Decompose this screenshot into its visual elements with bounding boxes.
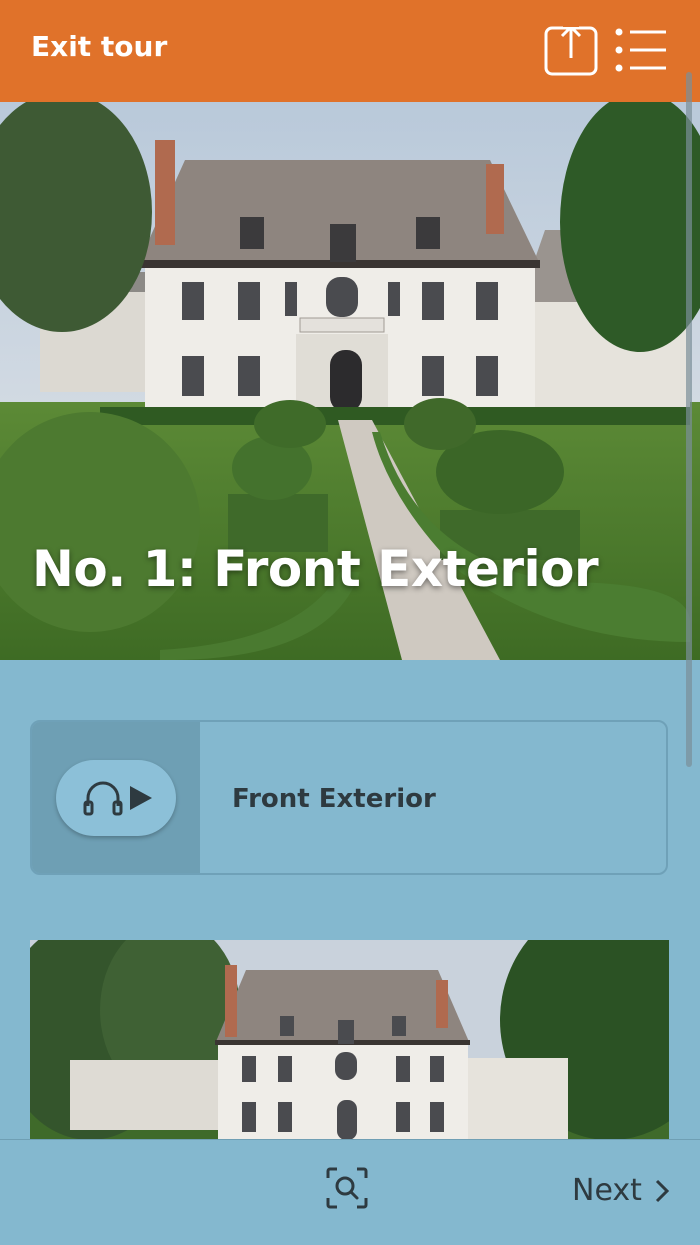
- stop-title: No. 1: Front Exterior: [32, 540, 599, 598]
- play-audio-button[interactable]: [56, 760, 176, 836]
- stop-photo-thumbnail[interactable]: [30, 940, 669, 1140]
- chevron-right-icon: [655, 1179, 670, 1202]
- hero-image: No. 1: Front Exterior: [0, 102, 700, 660]
- share-icon[interactable]: [543, 24, 599, 78]
- play-icon: [130, 786, 152, 810]
- audio-control-panel: [32, 722, 200, 873]
- next-button[interactable]: Next: [572, 1173, 670, 1208]
- top-bar: Exit tour: [0, 0, 700, 102]
- scrollbar[interactable]: [686, 72, 692, 767]
- audio-player-card[interactable]: Front Exterior: [30, 720, 668, 875]
- list-menu-icon[interactable]: [614, 26, 670, 74]
- audio-title: Front Exterior: [232, 784, 436, 814]
- exit-tour-button[interactable]: Exit tour: [31, 30, 167, 63]
- image-search-icon[interactable]: [325, 1166, 369, 1210]
- headphones-icon: [83, 781, 123, 816]
- bottom-bar: Next: [0, 1139, 700, 1245]
- next-label: Next: [572, 1173, 642, 1208]
- mansion-thumbnail-photo: [30, 940, 669, 1140]
